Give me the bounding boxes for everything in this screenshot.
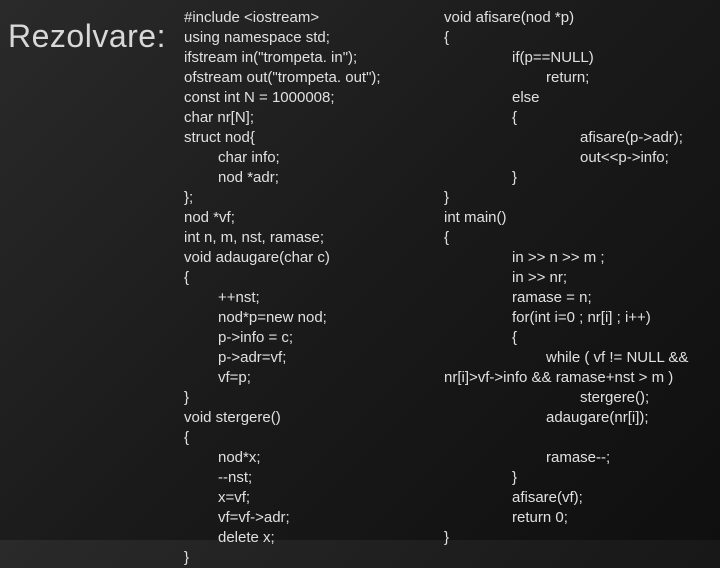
code-line: { <box>184 428 444 448</box>
code-line: } <box>444 168 716 188</box>
code-line: #include <iostream> <box>184 8 444 28</box>
title-column: Rezolvare: <box>4 8 184 532</box>
code-line: in >> n >> m ; <box>444 248 716 268</box>
code-line: afisare(p->adr); <box>444 128 716 148</box>
code-line: return 0; <box>444 508 716 528</box>
code-line: int n, m, nst, ramase; <box>184 228 444 248</box>
code-line: x=vf; <box>184 488 444 508</box>
code-line: } <box>444 188 716 208</box>
code-column-left: #include <iostream>using namespace std;i… <box>184 8 444 532</box>
code-line: delete x; <box>184 528 444 548</box>
code-line: { <box>184 268 444 288</box>
code-line: void stergere() <box>184 408 444 428</box>
code-line: { <box>444 108 716 128</box>
code-line: nr[i]>vf->info && ramase+nst > m ) <box>444 368 716 388</box>
code-line: }; <box>184 188 444 208</box>
code-line: nod *adr; <box>184 168 444 188</box>
code-line: ramase = n; <box>444 288 716 308</box>
code-line: ofstream out("trompeta. out"); <box>184 68 444 88</box>
code-line: p->info = c; <box>184 328 444 348</box>
code-line: char info; <box>184 148 444 168</box>
code-line: if(p==NULL) <box>444 48 716 68</box>
code-line: } <box>184 388 444 408</box>
code-line: } <box>184 548 444 568</box>
code-line: stergere(); <box>444 388 716 408</box>
code-line: nod*p=new nod; <box>184 308 444 328</box>
code-line: nod*x; <box>184 448 444 468</box>
code-line: nod *vf; <box>184 208 444 228</box>
code-line: ramase--; <box>444 448 716 468</box>
code-line: vf=vf->adr; <box>184 508 444 528</box>
slide-title: Rezolvare: <box>8 18 184 55</box>
code-line: while ( vf != NULL && <box>444 348 716 368</box>
code-line: adaugare(nr[i]); <box>444 408 716 428</box>
code-line: --nst; <box>184 468 444 488</box>
code-line: ++nst; <box>184 288 444 308</box>
code-line: const int N = 1000008; <box>184 88 444 108</box>
code-line: else <box>444 88 716 108</box>
code-line: { <box>444 228 716 248</box>
code-line: p->adr=vf; <box>184 348 444 368</box>
code-line: struct nod{ <box>184 128 444 148</box>
code-line: void afisare(nod *p) <box>444 8 716 28</box>
code-line: int main() <box>444 208 716 228</box>
code-line <box>444 428 716 448</box>
code-line: using namespace std; <box>184 28 444 48</box>
code-line: { <box>444 328 716 348</box>
code-line: char nr[N]; <box>184 108 444 128</box>
code-line: ifstream in("trompeta. in"); <box>184 48 444 68</box>
code-line: afisare(vf); <box>444 488 716 508</box>
code-line: void adaugare(char c) <box>184 248 444 268</box>
code-line: for(int i=0 ; nr[i] ; i++) <box>444 308 716 328</box>
code-line: return; <box>444 68 716 88</box>
code-line: in >> nr; <box>444 268 716 288</box>
slide-container: Rezolvare: #include <iostream>using name… <box>0 0 720 540</box>
code-container: #include <iostream>using namespace std;i… <box>184 8 716 532</box>
code-line: } <box>444 468 716 488</box>
code-column-right: void afisare(nod *p){if(p==NULL)return;e… <box>444 8 716 532</box>
code-line: } <box>444 528 716 548</box>
code-line: out<<p->info; <box>444 148 716 168</box>
code-line: vf=p; <box>184 368 444 388</box>
code-line: { <box>444 28 716 48</box>
